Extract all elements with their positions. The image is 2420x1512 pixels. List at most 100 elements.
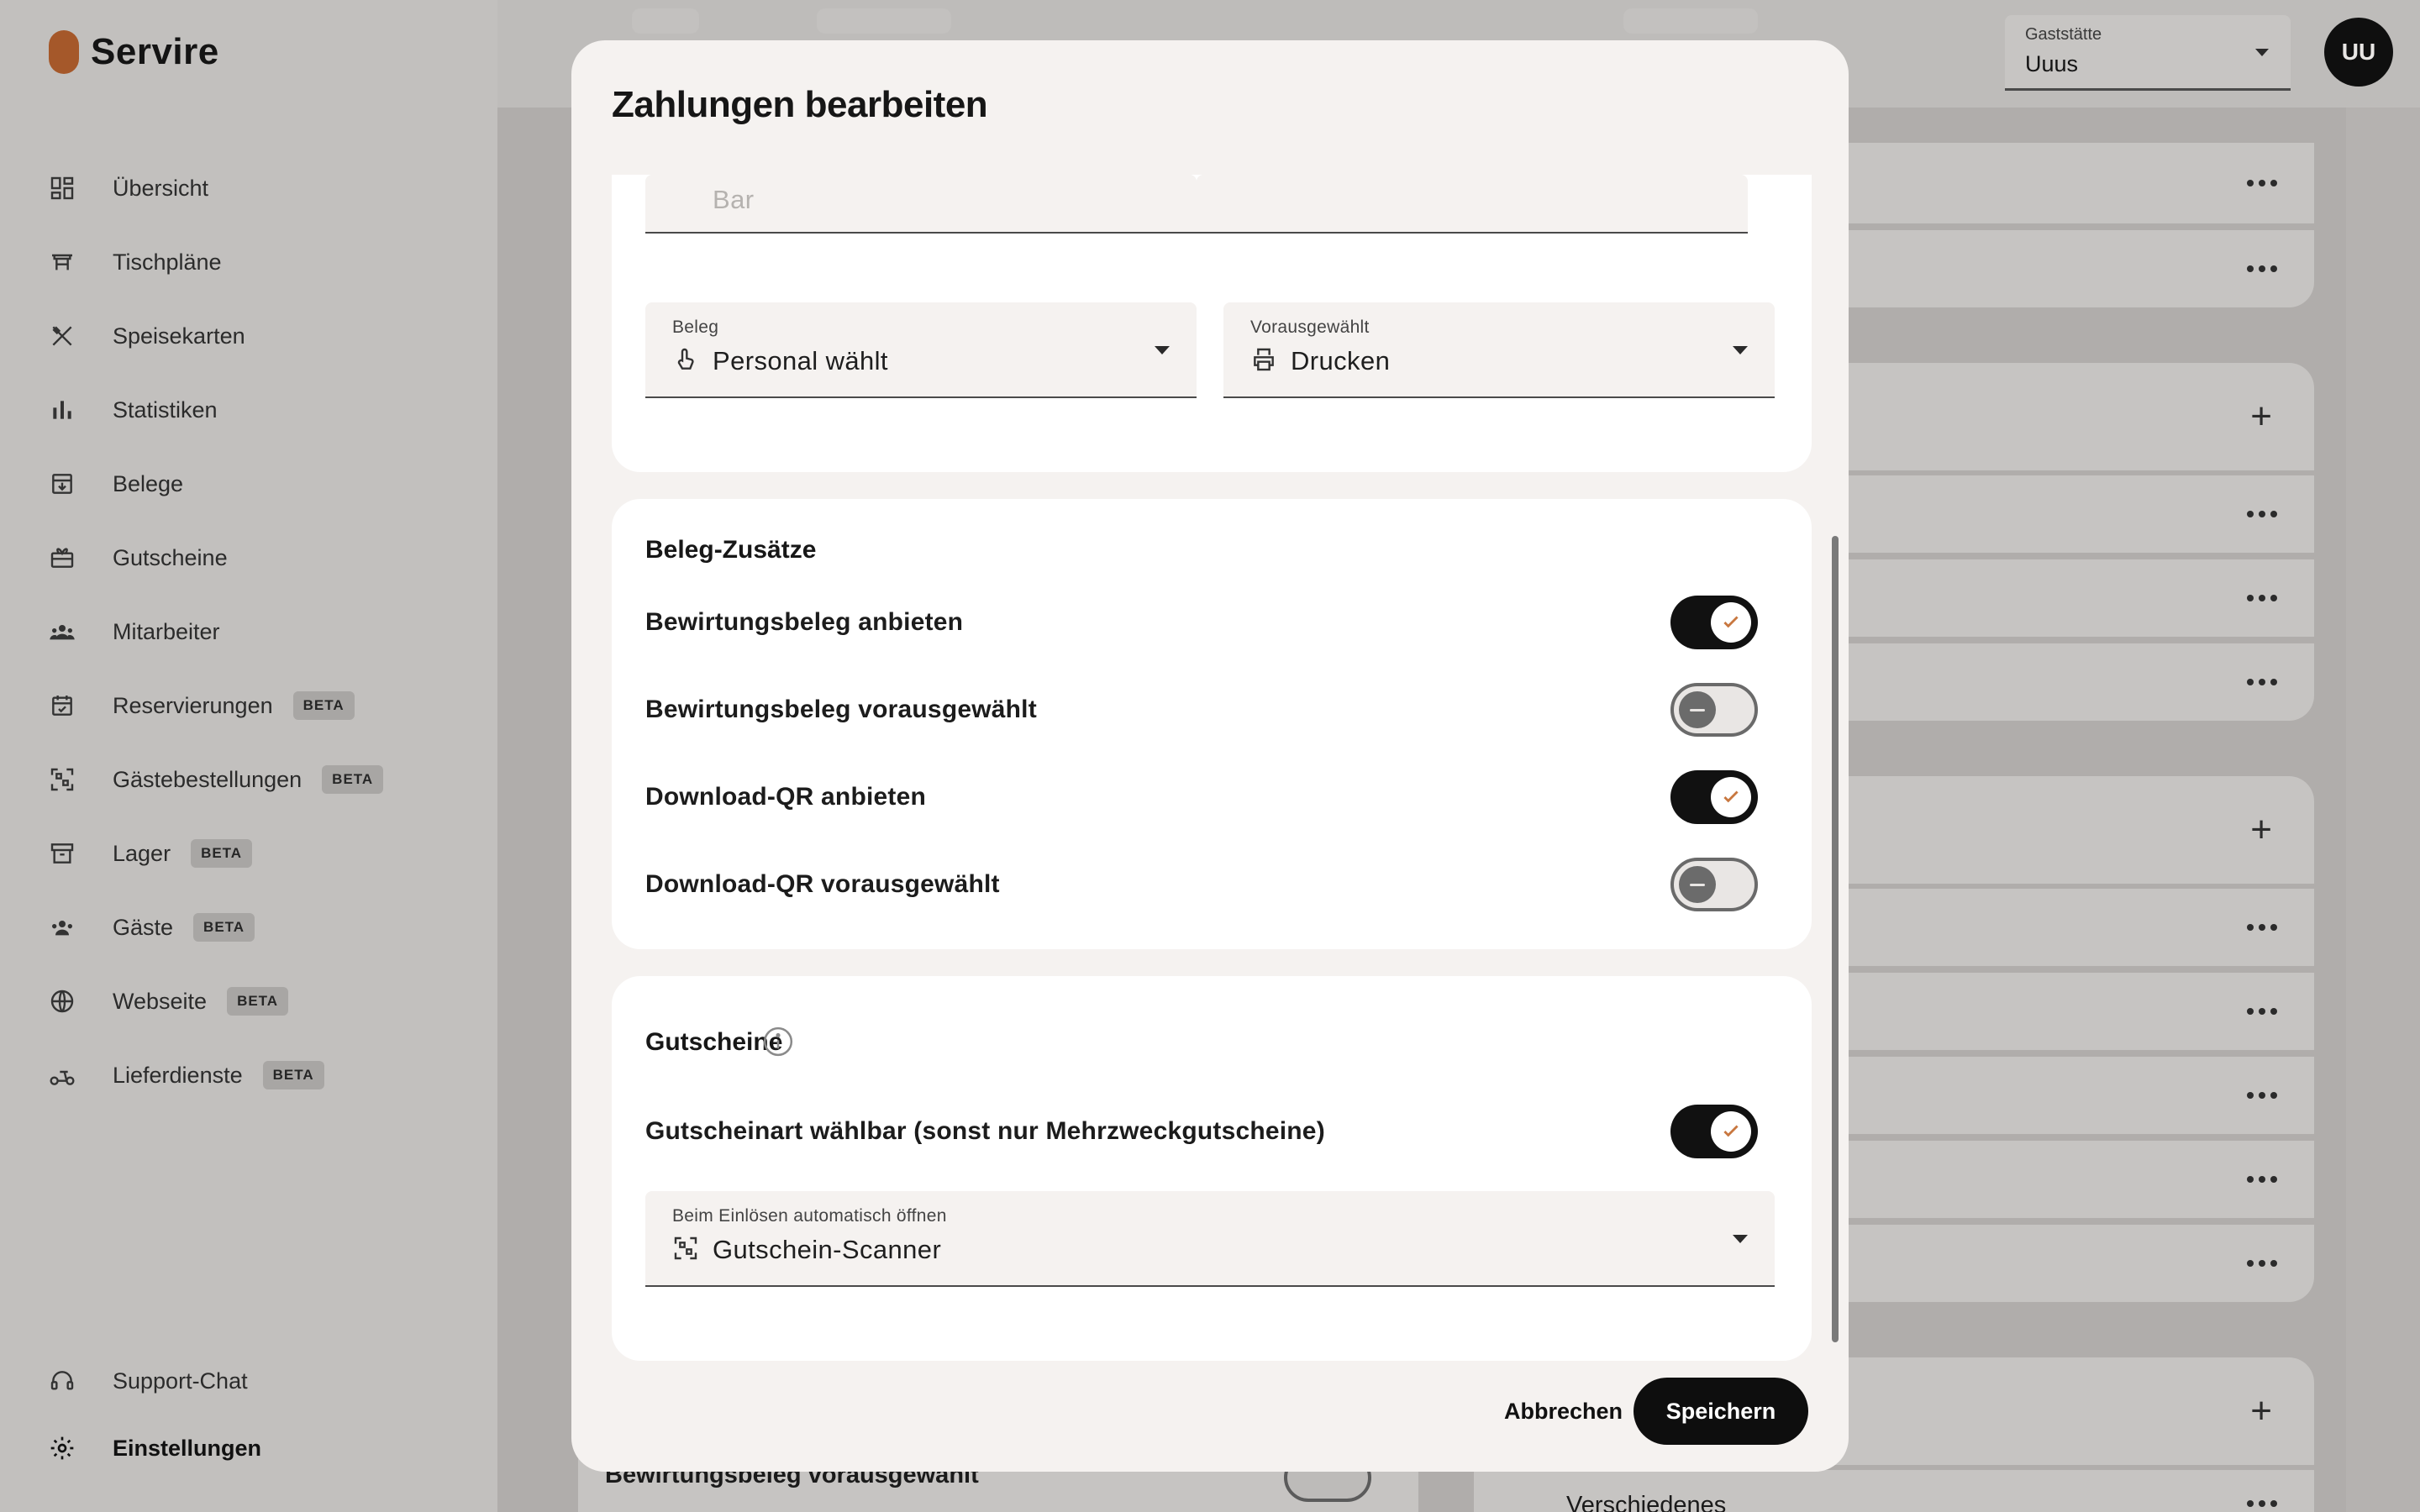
sidebar-item-gaeste[interactable]: Gäste BETA: [47, 890, 383, 964]
hand-pointer-icon: [672, 346, 699, 373]
headset-icon: [47, 1366, 77, 1396]
sidebar-item-einstellungen[interactable]: Einstellungen: [47, 1415, 261, 1482]
sidebar-item-reservierungen[interactable]: Reservierungen BETA: [47, 669, 383, 743]
beta-badge: BETA: [292, 691, 355, 720]
sidebar-item-label: Gutscheine: [113, 544, 228, 570]
save-button[interactable]: Speichern: [1634, 1378, 1808, 1445]
gaststaette-value: Uuus: [2025, 51, 2079, 76]
gutscheinart-waehlbar-toggle[interactable]: [1670, 1105, 1758, 1158]
receipt-box-icon: [47, 469, 77, 499]
plus-icon[interactable]: +: [2250, 398, 2272, 435]
sidebar-item-label: Support-Chat: [113, 1368, 248, 1394]
sidebar: Servire Übersicht Tischpläne Speisekarte…: [0, 0, 497, 1512]
toggle-row: Gutscheinart wählbar (sonst nur Mehrzwec…: [645, 1102, 1758, 1161]
beta-badge: BETA: [193, 913, 255, 942]
sidebar-item-label: Reservierungen: [113, 692, 273, 718]
check-icon: [1711, 777, 1751, 817]
minus-icon: [1679, 866, 1716, 903]
dialog-title: Zahlungen bearbeiten: [612, 84, 988, 125]
toggle-row: Bewirtungsbeleg anbieten: [645, 593, 1758, 652]
dialog-scrollbar[interactable]: [1832, 536, 1839, 1342]
list-item-label: Verschiedenes: [1566, 1492, 1727, 1512]
sidebar-item-support-chat[interactable]: Support-Chat: [47, 1347, 261, 1415]
dialog-scroll-area[interactable]: Bar Beleg Personal wählt Vorausgewählt D…: [612, 175, 1812, 1376]
info-icon[interactable]: [761, 1025, 795, 1058]
more-icon[interactable]: [2247, 595, 2277, 601]
gaststaette-select[interactable]: Gaststätte Uuus: [2005, 15, 2291, 91]
auto-open-value: Gutschein-Scanner: [713, 1235, 942, 1264]
more-icon[interactable]: [2247, 924, 2277, 931]
sidebar-item-lieferdienste[interactable]: Lieferdienste BETA: [47, 1038, 383, 1112]
brand[interactable]: Servire: [49, 30, 219, 74]
download-qr-anbieten-toggle[interactable]: [1670, 770, 1758, 824]
beleg-select[interactable]: Beleg Personal wählt: [645, 302, 1197, 398]
more-icon[interactable]: [2247, 1500, 2277, 1507]
more-icon[interactable]: [2247, 511, 2277, 517]
printer-icon: [1250, 346, 1277, 373]
payment-method-field-ext: [1197, 175, 1748, 234]
cutlery-icon: [47, 321, 77, 351]
gutscheine-card: Gutscheine Gutscheinart wählbar (sonst n…: [612, 976, 1812, 1361]
check-icon: [1711, 1111, 1751, 1152]
qr-scan-icon: [47, 764, 77, 795]
chevron-down-icon: [1733, 346, 1748, 354]
sidebar-nav: Übersicht Tischpläne Speisekarten Statis…: [47, 151, 384, 1112]
gift-card-icon: [47, 543, 77, 573]
sidebar-item-gaestebestellungen[interactable]: Gästebestellungen BETA: [47, 743, 384, 816]
table-icon: [47, 247, 77, 277]
toggle-row: Bewirtungsbeleg vorausgewählt: [645, 680, 1758, 739]
globe-icon: [47, 986, 77, 1016]
more-icon[interactable]: [2247, 1260, 2277, 1267]
vorausgewaehlt-select[interactable]: Vorausgewählt Drucken: [1223, 302, 1775, 398]
calendar-check-icon: [47, 690, 77, 721]
cancel-button[interactable]: Abbrechen: [1487, 1378, 1639, 1445]
more-icon[interactable]: [2247, 180, 2277, 186]
sidebar-item-mitarbeiter[interactable]: Mitarbeiter: [47, 595, 383, 669]
auto-open-label: Beim Einlösen automatisch öffnen: [672, 1206, 947, 1226]
plus-icon[interactable]: +: [2250, 811, 2272, 848]
more-icon[interactable]: [2247, 1092, 2277, 1099]
more-icon[interactable]: [2247, 1176, 2277, 1183]
bewirtungsbeleg-anbieten-toggle[interactable]: [1670, 596, 1758, 649]
more-icon[interactable]: [2247, 1008, 2277, 1015]
servire-logo-icon: [49, 30, 79, 74]
sidebar-item-label: Lieferdienste: [113, 1062, 243, 1088]
sidebar-item-gutscheine[interactable]: Gutscheine: [47, 521, 383, 595]
beta-badge: BETA: [191, 839, 253, 868]
payment-settings-card: Bar Beleg Personal wählt Vorausgewählt D…: [612, 175, 1812, 472]
beleg-zusaetze-title: Beleg-Zusätze: [645, 536, 817, 564]
sidebar-item-speisekarten[interactable]: Speisekarten: [47, 299, 383, 373]
sidebar-item-uebersicht[interactable]: Übersicht: [47, 151, 383, 225]
bewirtungsbeleg-vorausgewaehlt-toggle[interactable]: [1670, 683, 1758, 737]
brand-name: Servire: [91, 31, 219, 72]
toggle-label: Download-QR anbieten: [645, 783, 926, 811]
vorausgewaehlt-label: Vorausgewählt: [1250, 318, 1370, 337]
auto-open-select[interactable]: Beim Einlösen automatisch öffnen Gutsche…: [645, 1191, 1775, 1287]
more-icon[interactable]: [2247, 265, 2277, 272]
payment-method-value: Bar: [713, 185, 755, 214]
blurred-tab: [632, 8, 699, 34]
beleg-zusaetze-card: Beleg-Zusätze Bewirtungsbeleg anbieten B…: [612, 499, 1812, 949]
sidebar-item-label: Gästebestellungen: [113, 766, 302, 792]
sidebar-item-webseite[interactable]: Webseite BETA: [47, 964, 383, 1038]
sidebar-item-label: Mitarbeiter: [113, 618, 220, 644]
sidebar-item-statistiken[interactable]: Statistiken: [47, 373, 383, 447]
chevron-down-icon: [1155, 346, 1170, 354]
sidebar-item-tischplaene[interactable]: Tischpläne: [47, 225, 383, 299]
beta-badge: BETA: [262, 1061, 324, 1089]
check-icon: [1711, 602, 1751, 643]
sidebar-item-lager[interactable]: Lager BETA: [47, 816, 383, 890]
toggle-row: Download-QR anbieten: [645, 768, 1758, 827]
sidebar-item-label: Gäste: [113, 914, 174, 940]
payment-method-field[interactable]: Bar: [645, 175, 1197, 234]
archive-icon: [47, 838, 77, 869]
sidebar-item-belege[interactable]: Belege: [47, 447, 383, 521]
download-qr-vorausgewaehlt-toggle[interactable]: [1670, 858, 1758, 911]
sidebar-item-label: Belege: [113, 470, 184, 496]
sidebar-item-label: Übersicht: [113, 175, 209, 201]
sidebar-item-label: Statistiken: [113, 396, 218, 423]
more-icon[interactable]: [2247, 679, 2277, 685]
avatar[interactable]: UU: [2324, 18, 2393, 87]
plus-icon[interactable]: +: [2250, 1393, 2272, 1430]
sidebar-item-label: Einstellungen: [113, 1435, 262, 1461]
